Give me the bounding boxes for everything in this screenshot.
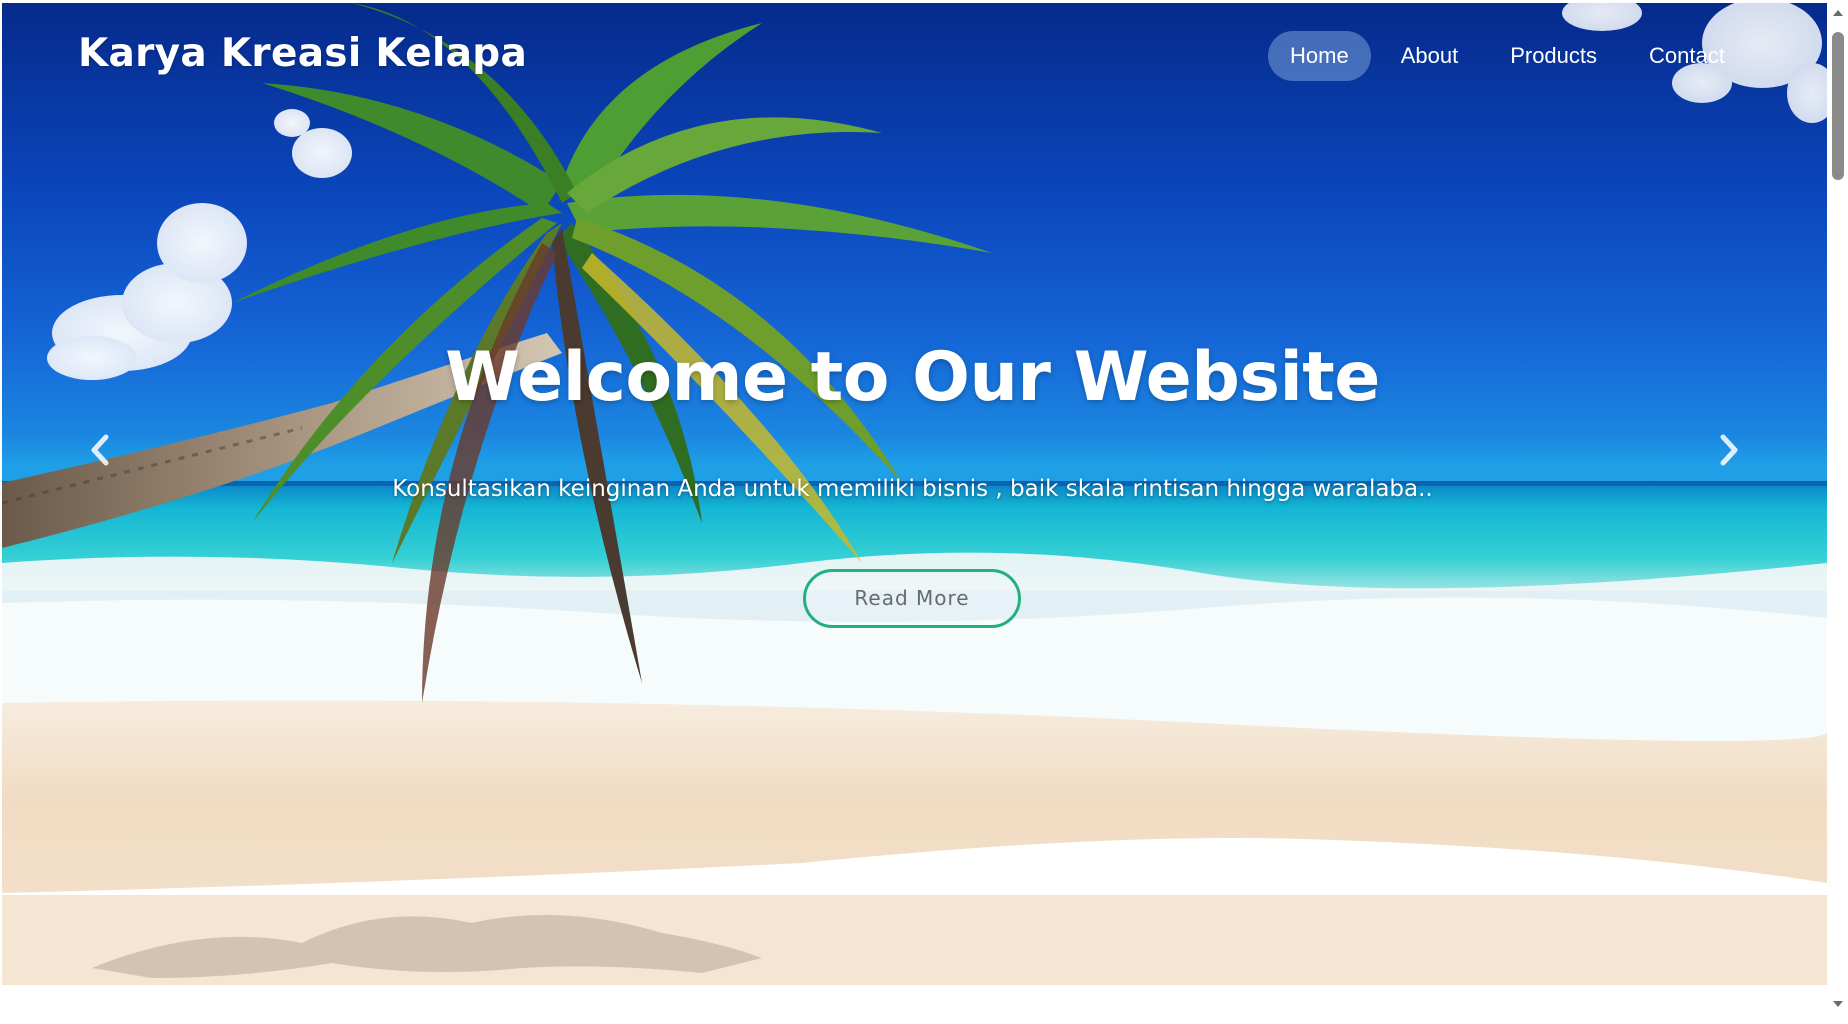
hero-subtitle: Konsultasikan keinginan Anda untuk memil… [392, 476, 1433, 502]
nav-item-products[interactable]: Products [1488, 31, 1619, 81]
vertical-scrollbar[interactable] [1827, 0, 1848, 1024]
carousel-prev-button[interactable] [80, 425, 120, 475]
nav-menu: Home About Products Contact [1268, 31, 1755, 81]
browser-viewport: Karya Kreasi Kelapa Home About Products … [0, 0, 1848, 1024]
scroll-up-arrow-icon[interactable] [1831, 6, 1845, 20]
nav-item-contact[interactable]: Contact [1627, 31, 1747, 81]
hero-title: Welcome to Our Website [445, 338, 1380, 417]
brand-logo[interactable]: Karya Kreasi Kelapa [78, 31, 527, 76]
nav-item-about[interactable]: About [1379, 31, 1481, 81]
scrollbar-thumb[interactable] [1832, 32, 1844, 180]
chevron-left-icon [91, 434, 109, 466]
nav-item-home[interactable]: Home [1268, 31, 1371, 81]
navbar: Karya Kreasi Kelapa Home About Products … [2, 3, 1827, 107]
carousel-next-button[interactable] [1709, 425, 1749, 475]
chevron-right-icon [1720, 434, 1738, 466]
read-more-button[interactable]: Read More [803, 569, 1021, 628]
scroll-down-arrow-icon[interactable] [1831, 997, 1845, 1011]
page-content-start [0, 985, 1827, 1024]
